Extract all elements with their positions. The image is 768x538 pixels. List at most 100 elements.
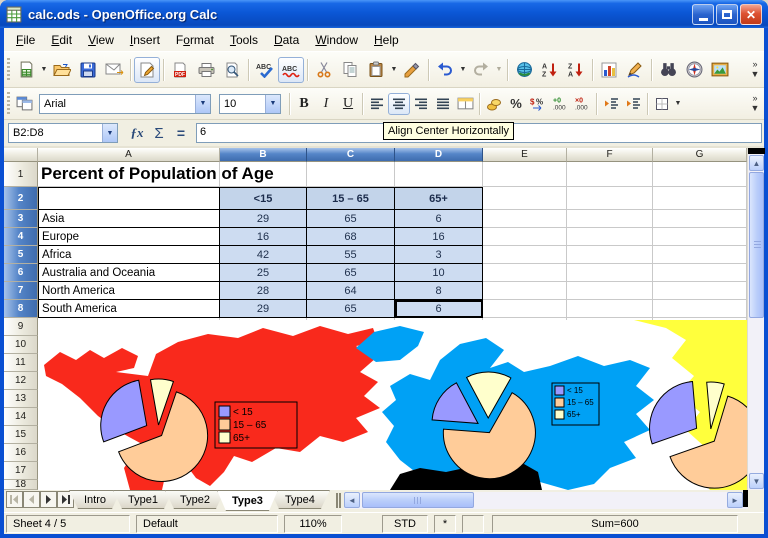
cell-C6[interactable]: 65 bbox=[307, 264, 395, 282]
bold-button[interactable]: B bbox=[293, 93, 315, 115]
cut-button[interactable] bbox=[311, 57, 337, 83]
add-decimal-button[interactable]: +0.000 bbox=[549, 93, 571, 115]
sum-button[interactable]: Σ bbox=[148, 122, 170, 144]
row-header-9[interactable]: 9 bbox=[4, 318, 38, 336]
scroll-left-button[interactable]: ◄ bbox=[344, 492, 360, 508]
currency-format-button[interactable] bbox=[483, 93, 505, 115]
paste-dropdown[interactable]: ▼ bbox=[389, 57, 399, 83]
standard-format-button[interactable]: $% bbox=[527, 93, 549, 115]
cell-D1[interactable] bbox=[395, 162, 483, 187]
align-justified-button[interactable] bbox=[432, 93, 454, 115]
borders-button[interactable] bbox=[651, 93, 673, 115]
cell-C4[interactable]: 68 bbox=[307, 228, 395, 246]
cell-F2[interactable] bbox=[567, 187, 653, 210]
align-right-button[interactable] bbox=[410, 93, 432, 115]
column-header-A[interactable]: A bbox=[38, 148, 220, 162]
close-button[interactable]: ✕ bbox=[740, 4, 762, 25]
row-header-13[interactable]: 13 bbox=[4, 390, 38, 408]
function-wizard-button[interactable]: ƒx bbox=[126, 122, 148, 144]
cell-G6[interactable] bbox=[653, 264, 747, 282]
name-box-dropdown-icon[interactable]: ▼ bbox=[102, 124, 117, 142]
column-header-F[interactable]: F bbox=[567, 148, 653, 162]
cell-E5[interactable] bbox=[483, 246, 567, 264]
cell-F1[interactable] bbox=[567, 162, 653, 187]
cell-C8[interactable]: 65 bbox=[307, 300, 395, 318]
undo-button[interactable] bbox=[432, 57, 458, 83]
cell-C7[interactable]: 64 bbox=[307, 282, 395, 300]
redo-button[interactable] bbox=[468, 57, 494, 83]
toolbar-gripper[interactable] bbox=[7, 92, 10, 116]
spellcheck-button[interactable]: ABC bbox=[252, 57, 278, 83]
export-pdf-button[interactable]: PDF bbox=[167, 57, 193, 83]
font-size-dropdown-icon[interactable]: ▼ bbox=[265, 95, 280, 113]
row-header-3[interactable]: 3 bbox=[4, 210, 38, 228]
cell-F3[interactable] bbox=[567, 210, 653, 228]
toolbar-more-button[interactable]: »▼ bbox=[748, 60, 762, 80]
cell-E7[interactable] bbox=[483, 282, 567, 300]
cell-D4[interactable]: 16 bbox=[395, 228, 483, 246]
menu-tools[interactable]: Tools bbox=[222, 30, 266, 50]
font-name-dropdown-icon[interactable]: ▼ bbox=[195, 95, 210, 113]
print-button[interactable] bbox=[193, 57, 219, 83]
maximize-button[interactable] bbox=[716, 4, 738, 25]
menu-file[interactable]: File bbox=[8, 30, 43, 50]
redo-dropdown[interactable]: ▼ bbox=[494, 57, 504, 83]
title-bar[interactable]: calc.ods - OpenOffice.org Calc ✕ bbox=[0, 0, 768, 28]
underline-button[interactable]: U bbox=[337, 93, 359, 115]
column-header-C[interactable]: C bbox=[307, 148, 395, 162]
row-header-7[interactable]: 7 bbox=[4, 282, 38, 300]
cell-E2[interactable] bbox=[483, 187, 567, 210]
cell-B8[interactable]: 29 bbox=[220, 300, 307, 318]
cell-D7[interactable]: 8 bbox=[395, 282, 483, 300]
menu-insert[interactable]: Insert bbox=[122, 30, 168, 50]
cell-G4[interactable] bbox=[653, 228, 747, 246]
borders-dropdown[interactable]: ▼ bbox=[673, 91, 683, 117]
cell-G3[interactable] bbox=[653, 210, 747, 228]
row-header-17[interactable]: 17 bbox=[4, 462, 38, 480]
cell-A5[interactable]: Africa bbox=[38, 246, 220, 264]
paste-button[interactable] bbox=[363, 57, 389, 83]
next-sheet-button[interactable] bbox=[40, 491, 57, 508]
cell-C1[interactable] bbox=[307, 162, 395, 187]
cell-G8[interactable] bbox=[653, 300, 747, 318]
cell-C3[interactable]: 65 bbox=[307, 210, 395, 228]
cell-F4[interactable] bbox=[567, 228, 653, 246]
row-header-18[interactable]: 18 bbox=[4, 480, 38, 490]
row-header-1[interactable]: 1 bbox=[4, 162, 38, 187]
edit-file-button[interactable] bbox=[134, 57, 160, 83]
cell-D3[interactable]: 6 bbox=[395, 210, 483, 228]
sheet-tab-type4[interactable]: Type4 bbox=[270, 490, 330, 509]
font-name-combobox[interactable]: Arial ▼ bbox=[39, 94, 211, 114]
cell-B7[interactable]: 28 bbox=[220, 282, 307, 300]
minimize-button[interactable] bbox=[692, 4, 714, 25]
navigator-button[interactable] bbox=[681, 57, 707, 83]
cell-E4[interactable] bbox=[483, 228, 567, 246]
horizontal-scroll-thumb[interactable] bbox=[362, 492, 474, 508]
format-paintbrush-button[interactable] bbox=[399, 57, 425, 83]
previous-sheet-button[interactable] bbox=[23, 491, 40, 508]
row-header-16[interactable]: 16 bbox=[4, 444, 38, 462]
cell-B4[interactable]: 16 bbox=[220, 228, 307, 246]
menu-data[interactable]: Data bbox=[266, 30, 307, 50]
font-size-combobox[interactable]: 10 ▼ bbox=[219, 94, 281, 114]
toolbar-more-button[interactable]: »▼ bbox=[748, 94, 762, 114]
cell-A3[interactable]: Asia bbox=[38, 210, 220, 228]
cell-E6[interactable] bbox=[483, 264, 567, 282]
cell-F8[interactable] bbox=[567, 300, 653, 318]
gallery-button[interactable] bbox=[707, 57, 733, 83]
row-header-10[interactable]: 10 bbox=[4, 336, 38, 354]
column-header-G[interactable]: G bbox=[653, 148, 747, 162]
row-header-15[interactable]: 15 bbox=[4, 426, 38, 444]
cell-A7[interactable]: North America bbox=[38, 282, 220, 300]
pane-split-bar[interactable] bbox=[743, 490, 748, 507]
sheet-tab-type3[interactable]: Type3 bbox=[217, 490, 278, 511]
cell-D8[interactable]: 6 bbox=[395, 300, 483, 318]
row-header-14[interactable]: 14 bbox=[4, 408, 38, 426]
cell-E1[interactable] bbox=[483, 162, 567, 187]
delete-decimal-button[interactable]: ×0.000 bbox=[571, 93, 593, 115]
horizontal-scrollbar[interactable]: ◄ ► bbox=[344, 492, 748, 509]
name-box[interactable]: B2:D8 ▼ bbox=[8, 123, 118, 143]
align-center-button[interactable] bbox=[388, 93, 410, 115]
cell-E8[interactable] bbox=[483, 300, 567, 318]
menu-window[interactable]: Window bbox=[307, 30, 366, 50]
